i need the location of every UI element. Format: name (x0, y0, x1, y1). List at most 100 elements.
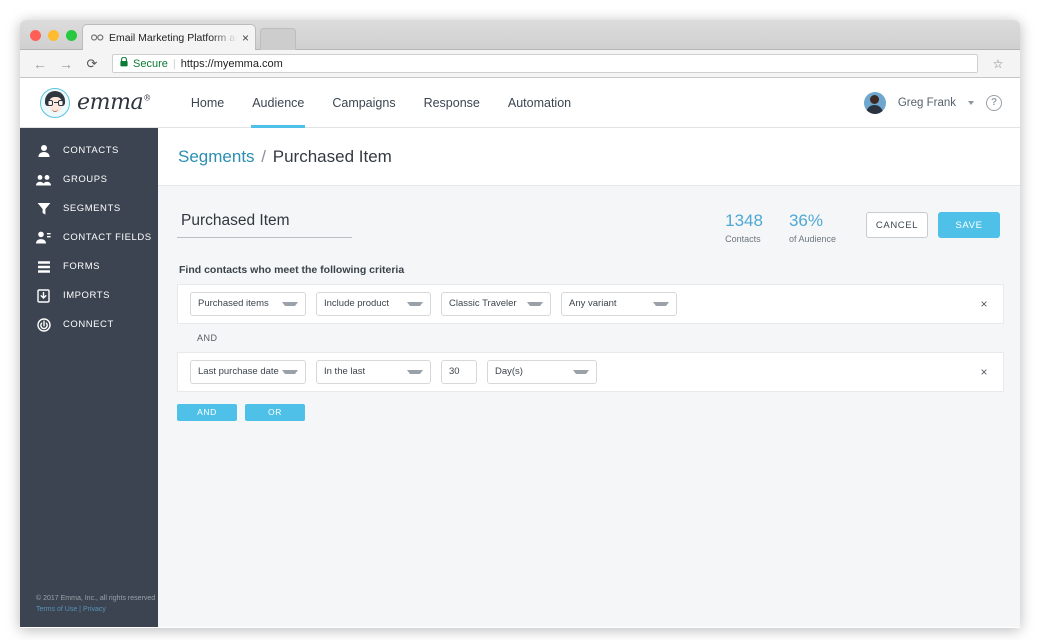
criteria-operator-select[interactable]: Include product (316, 291, 431, 316)
bookmark-star-icon[interactable]: ☆ (988, 54, 1008, 73)
app-top-navigation: emma® Home Audience Campaigns Response A… (20, 78, 1020, 128)
chevron-down-icon[interactable] (968, 100, 974, 105)
select-value: Include product (324, 298, 389, 310)
minimize-window-button[interactable] (48, 30, 59, 41)
stat-contacts: 1348 Contacts (725, 211, 763, 244)
connect-power-icon (36, 317, 51, 332)
sidebar-label: CONNECT (63, 319, 114, 330)
stat-label: Contacts (725, 233, 761, 244)
breadcrumb-parent-link[interactable]: Segments (178, 147, 255, 166)
forms-stack-icon (36, 259, 51, 274)
nav-item-automation[interactable]: Automation (494, 78, 585, 128)
select-value: Any variant (569, 298, 617, 310)
app-body: CONTACTS GROUPS SEGMENTS CONTACT FIELDS … (20, 128, 1020, 627)
sidebar-item-contacts[interactable]: CONTACTS (20, 136, 158, 165)
criteria-field-select[interactable]: Purchased items (190, 291, 306, 316)
nav-item-response[interactable]: Response (410, 78, 494, 128)
segment-header-actions: 1348 Contacts 36% of Audience CANCEL SAV… (725, 210, 1000, 244)
criteria-heading: Find contacts who meet the following cri… (179, 263, 405, 276)
copyright-text: © 2017 Emma, Inc., all rights reserved (36, 594, 156, 602)
chevron-down-icon (527, 301, 543, 306)
address-bar[interactable]: Secure | https://myemma.com (112, 54, 978, 73)
browser-tab[interactable]: Email Marketing Platform and × (82, 24, 256, 50)
primary-nav: Home Audience Campaigns Response Automat… (177, 78, 585, 128)
browser-window: Email Marketing Platform and × ← → ⟳ Sec… (20, 20, 1020, 628)
add-and-condition-button[interactable]: AND (177, 403, 237, 421)
breadcrumb-bar: Segments / Purchased Item (158, 128, 1020, 186)
chevron-down-icon (407, 369, 423, 374)
sidebar-label: CONTACTS (63, 145, 119, 156)
breadcrumb: Segments / Purchased Item (178, 147, 392, 167)
save-button[interactable]: SAVE (938, 212, 1000, 238)
logic-buttons: AND OR (177, 403, 1004, 421)
conjunction-label: AND (197, 332, 218, 343)
chevron-down-icon (407, 301, 423, 306)
sidebar-label: GROUPS (63, 174, 108, 185)
user-name[interactable]: Greg Frank (898, 97, 956, 109)
sidebar-label: CONTACT FIELDS (63, 232, 152, 243)
sidebar-label: IMPORTS (63, 290, 110, 301)
remove-criteria-icon[interactable]: × (977, 365, 991, 379)
sidebar-item-connect[interactable]: CONNECT (20, 310, 158, 339)
sidebar-label: FORMS (63, 261, 101, 272)
close-tab-icon[interactable]: × (242, 32, 249, 44)
sidebar-item-imports[interactable]: IMPORTS (20, 281, 158, 310)
help-icon[interactable]: ? (986, 94, 1002, 111)
chevron-down-icon (282, 369, 298, 374)
sidebar-label: SEGMENTS (63, 203, 121, 214)
secure-label: Secure (133, 57, 168, 70)
emma-face-logo-icon (40, 87, 70, 118)
sidebar-item-segments[interactable]: SEGMENTS (20, 194, 158, 223)
select-value: Classic Traveler (449, 298, 517, 310)
chevron-down-icon (653, 301, 669, 306)
footer-links[interactable]: Terms of Use | Privacy (36, 604, 158, 615)
select-value: In the last (324, 366, 366, 378)
lock-icon (120, 56, 128, 70)
nav-item-campaigns[interactable]: Campaigns (318, 78, 409, 128)
segment-editor-panel: 1348 Contacts 36% of Audience CANCEL SAV… (177, 210, 1004, 421)
sidebar-item-contact-fields[interactable]: CONTACT FIELDS (20, 223, 158, 252)
chevron-down-icon (282, 301, 298, 306)
browser-toolbar: ← → ⟳ Secure | https://myemma.com ☆ (20, 50, 1020, 78)
criteria-field-select[interactable]: Last purchase date (190, 359, 306, 384)
breadcrumb-current: Purchased Item (272, 146, 392, 166)
maximize-window-button[interactable] (66, 30, 77, 41)
criteria-product-select[interactable]: Classic Traveler (441, 291, 551, 316)
add-or-condition-button[interactable]: OR (245, 403, 305, 421)
criteria-row: Purchased items Include product Classic … (177, 283, 1004, 324)
stat-label: of Audience (788, 233, 836, 244)
avatar[interactable] (863, 91, 886, 114)
select-value: Day(s) (495, 366, 523, 378)
segment-editor-header: 1348 Contacts 36% of Audience CANCEL SAV… (177, 210, 1004, 244)
url-separator: | (172, 57, 176, 70)
reload-icon[interactable]: ⟳ (84, 56, 100, 72)
criteria-unit-select[interactable]: Day(s) (487, 359, 597, 384)
forward-icon[interactable]: → (58, 56, 74, 72)
cancel-button[interactable]: CANCEL (866, 212, 928, 238)
remove-criteria-icon[interactable]: × (977, 297, 991, 311)
application-viewport: emma® Home Audience Campaigns Response A… (20, 78, 1020, 627)
main-content: Segments / Purchased Item 1348 Contacts (158, 128, 1020, 627)
funnel-filter-icon (36, 201, 51, 216)
select-value: Purchased items (198, 298, 269, 310)
trademark-symbol: ® (143, 93, 151, 103)
nav-item-audience[interactable]: Audience (238, 78, 318, 128)
stat-value: 36% (788, 211, 823, 230)
sidebar-item-forms[interactable]: FORMS (20, 252, 158, 281)
emma-wordmark-text: emma (77, 90, 144, 115)
criteria-operator-select[interactable]: In the last (316, 359, 431, 384)
import-download-icon (36, 288, 51, 303)
sidebar-footer: © 2017 Emma, Inc., all rights reserved T… (20, 593, 158, 615)
nav-user-area: Greg Frank ? (863, 91, 1002, 114)
people-group-icon (36, 172, 51, 187)
nav-item-home[interactable]: Home (177, 78, 238, 128)
sidebar-item-groups[interactable]: GROUPS (20, 165, 158, 194)
url-text: https://myemma.com (180, 57, 283, 70)
criteria-number-input[interactable] (441, 359, 477, 384)
back-icon[interactable]: ← (32, 56, 48, 72)
segment-name-input[interactable] (177, 210, 352, 238)
chevron-down-icon (573, 369, 589, 374)
emma-logo[interactable]: emma® (40, 87, 151, 118)
criteria-variant-select[interactable]: Any variant (561, 291, 677, 316)
close-window-button[interactable] (30, 30, 41, 41)
